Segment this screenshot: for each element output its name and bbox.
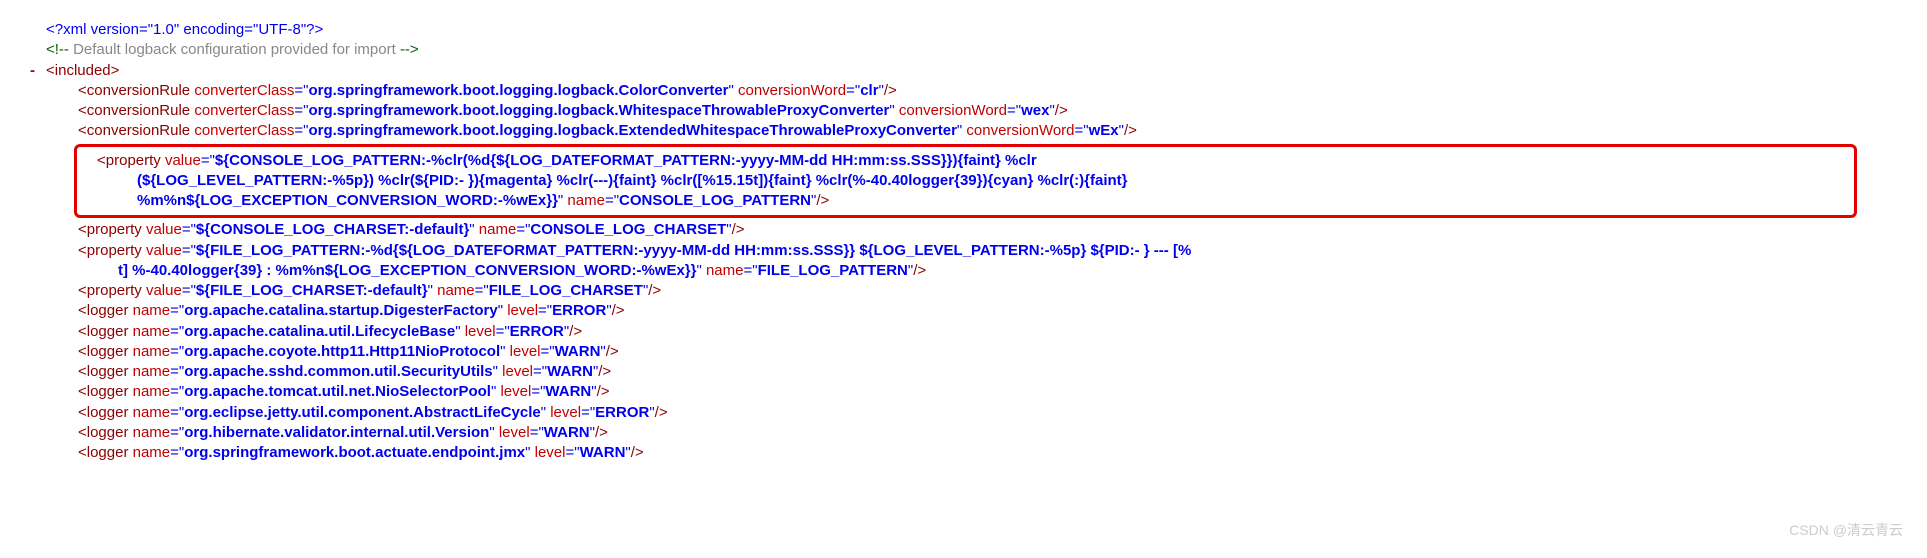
- logger-entry: <logger name="org.apache.sshd.common.uti…: [30, 362, 1897, 382]
- xml-comment: <!-- Default logback configuration provi…: [30, 40, 1897, 60]
- logger-entry: <logger name="org.apache.catalina.startu…: [30, 301, 1897, 321]
- highlight-box: <property value="${CONSOLE_LOG_PATTERN:-…: [74, 144, 1857, 219]
- xml-declaration: <?xml version="1.0" encoding="UTF-8"?>: [30, 20, 1897, 40]
- logger-entry: <logger name="org.apache.catalina.util.L…: [30, 322, 1897, 342]
- property-console-charset: <property value="${CONSOLE_LOG_CHARSET:-…: [30, 220, 1897, 240]
- property-file-pattern: <property value="${FILE_LOG_PATTERN:-%d{…: [30, 241, 1897, 261]
- watermark: CSDN @清云青云: [1789, 520, 1903, 540]
- logger-entry: <logger name="org.apache.coyote.http11.H…: [30, 342, 1897, 362]
- conversion-rule: <conversionRule converterClass="org.spri…: [30, 81, 1897, 101]
- collapse-icon[interactable]: -: [30, 61, 42, 81]
- xml-source-viewer: <?xml version="1.0" encoding="UTF-8"?> <…: [30, 20, 1897, 463]
- property-file-charset: <property value="${FILE_LOG_CHARSET:-def…: [30, 281, 1897, 301]
- conversion-rule: <conversionRule converterClass="org.spri…: [30, 121, 1897, 141]
- logger-entry: <logger name="org.hibernate.validator.in…: [30, 423, 1897, 443]
- logger-entry: <logger name="org.springframework.boot.a…: [30, 443, 1897, 463]
- root-open[interactable]: -<included>: [30, 61, 1897, 81]
- property-console-pattern: <property value="${CONSOLE_LOG_PATTERN:-…: [85, 151, 1848, 171]
- logger-entry: <logger name="org.eclipse.jetty.util.com…: [30, 403, 1897, 423]
- conversion-rule: <conversionRule converterClass="org.spri…: [30, 101, 1897, 121]
- logger-entry: <logger name="org.apache.tomcat.util.net…: [30, 382, 1897, 402]
